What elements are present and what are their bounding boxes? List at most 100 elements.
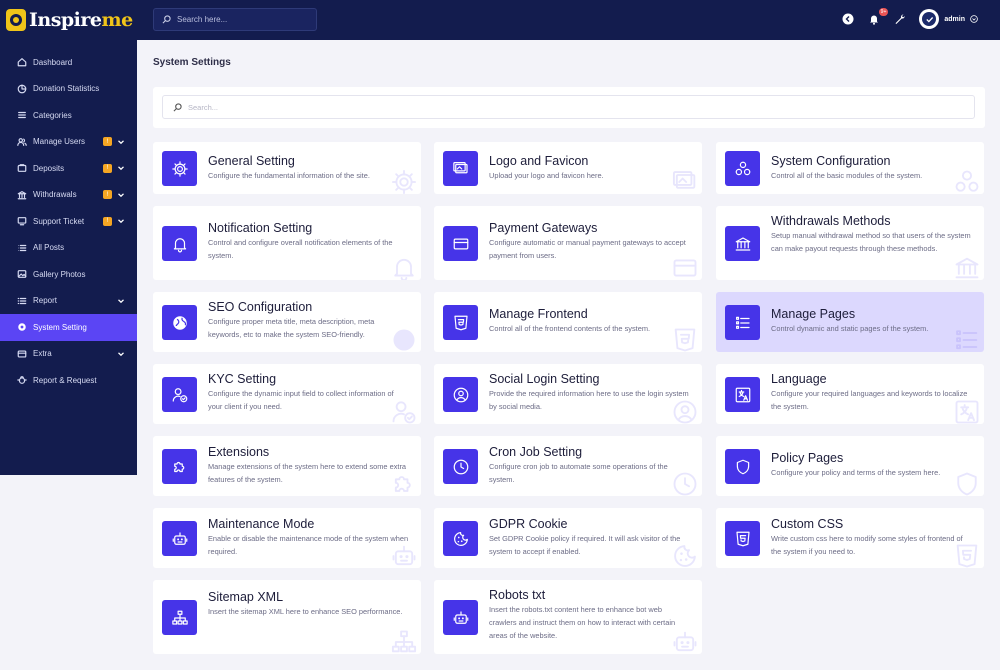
top-search-input[interactable]: [177, 15, 307, 24]
chart-pie-icon: [17, 84, 27, 94]
setting-card-system-configuration[interactable]: System Configuration Control all of the b…: [716, 142, 984, 194]
chevron-down-icon[interactable]: [117, 297, 125, 305]
sidebar-item-support-ticket[interactable]: Support Ticket!: [0, 208, 137, 235]
settings-search[interactable]: [162, 95, 975, 119]
sidebar-item-dashboard[interactable]: Dashboard: [0, 49, 137, 76]
logo-text-primary: Inspire: [29, 9, 102, 31]
sidebar-item-label: Categories: [33, 110, 72, 120]
user-check-icon: [162, 377, 197, 412]
card-body: Maintenance Mode Enable or disable the ma…: [208, 517, 409, 558]
sidebar-item-label: Donation Statistics: [33, 84, 100, 94]
setting-card-withdrawals-methods[interactable]: Withdrawals Methods Setup manual withdraw…: [716, 206, 984, 280]
sidebar-item-label: All Posts: [33, 243, 65, 253]
images-icon: [443, 151, 478, 186]
card-title: Logo and Favicon: [489, 154, 589, 168]
setting-card-manage-frontend[interactable]: Manage Frontend Control all of the fronte…: [434, 292, 702, 352]
setting-card-notification-setting[interactable]: Notification Setting Control and configur…: [153, 206, 421, 280]
sidebar-item-report-request[interactable]: Report & Request: [0, 367, 137, 394]
setting-card-logo-and-favicon[interactable]: Logo and Favicon Upload your logo and fav…: [434, 142, 702, 194]
html5-watermark-icon: [671, 326, 699, 352]
topbar: 9+ admin: [137, 0, 1000, 40]
wrench-icon[interactable]: [893, 12, 907, 26]
setting-card-extensions[interactable]: Extensions Manage extensions of the syste…: [153, 436, 421, 496]
sidebar-item-categories[interactable]: Categories: [0, 102, 137, 129]
chevron-down-icon[interactable]: [117, 138, 125, 146]
card-body: Manage Pages Control dynamic and static p…: [771, 307, 972, 335]
sidebar-item-withdrawals[interactable]: Withdrawals!: [0, 182, 137, 209]
bell-watermark-icon: [390, 254, 418, 280]
setting-card-policy-pages[interactable]: Policy Pages Configure your policy and te…: [716, 436, 984, 496]
sidebar-item-deposits[interactable]: Deposits!: [0, 155, 137, 182]
card-title: GDPR Cookie: [489, 517, 568, 531]
chevron-down-icon[interactable]: [117, 164, 125, 172]
back-icon[interactable]: [841, 12, 855, 26]
card-description: Configure your policy and terms of the s…: [771, 468, 941, 477]
setting-card-manage-pages[interactable]: Manage Pages Control dynamic and static p…: [716, 292, 984, 352]
setting-card-maintenance-mode[interactable]: Maintenance Mode Enable or disable the ma…: [153, 508, 421, 568]
card-body: Withdrawals Methods Setup manual withdraw…: [771, 214, 972, 255]
setting-card-kyc-setting[interactable]: KYC Setting Configure the dynamic input f…: [153, 364, 421, 424]
setting-card-language[interactable]: Language Configure your required language…: [716, 364, 984, 424]
search-icon: [162, 15, 171, 24]
setting-card-social-login-setting[interactable]: Social Login Setting Provide the required…: [434, 364, 702, 424]
card-description: Set GDPR Cookie policy if required. It w…: [489, 534, 681, 556]
gear-watermark-icon: [390, 168, 418, 194]
logo[interactable]: Inspireme: [0, 0, 137, 40]
robot-icon: [162, 521, 197, 556]
sidebar-item-donation-statistics[interactable]: Donation Statistics: [0, 76, 137, 103]
card-title: Social Login Setting: [489, 372, 600, 386]
credit-card-icon: [443, 226, 478, 261]
admin-name[interactable]: admin: [944, 16, 965, 23]
admin-chevron-down-icon[interactable]: [970, 15, 978, 23]
setting-card-robots-txt[interactable]: Robots txt Insert the robots.txt content …: [434, 580, 702, 654]
setting-card-general-setting[interactable]: General Setting Configure the fundamental…: [153, 142, 421, 194]
sidebar-item-system-setting[interactable]: System Setting: [0, 314, 137, 341]
settings-search-input[interactable]: [188, 102, 948, 112]
chevron-down-icon[interactable]: [117, 217, 125, 225]
card-description: Provide the required information here to…: [489, 389, 689, 411]
alert-badge: !: [103, 216, 112, 226]
notification-bell-icon[interactable]: 9+: [867, 8, 889, 26]
chevron-down-icon[interactable]: [117, 191, 125, 199]
card-body: Extensions Manage extensions of the syste…: [208, 445, 409, 486]
logo-text-accent: me: [101, 9, 134, 31]
chevron-down-icon[interactable]: [117, 350, 125, 358]
card-body: SEO Configuration Configure proper meta t…: [208, 300, 409, 341]
setting-card-custom-css[interactable]: Custom CSS Write custom css here to modif…: [716, 508, 984, 568]
setting-card-payment-gateways[interactable]: Payment Gateways Configure automatic or m…: [434, 206, 702, 280]
language-icon: [725, 377, 760, 412]
posts-icon: [17, 243, 27, 253]
css3-icon: [725, 521, 760, 556]
cubes-watermark-icon: [953, 168, 981, 194]
card-body: System Configuration Control all of the b…: [771, 154, 972, 182]
card-description: Insert the sitemap XML here to enhance S…: [208, 607, 403, 616]
setting-card-gdpr-cookie[interactable]: GDPR Cookie Set GDPR Cookie policy if req…: [434, 508, 702, 568]
gear-icon: [162, 151, 197, 186]
cookie-icon: [443, 521, 478, 556]
sidebar-item-report[interactable]: Report: [0, 288, 137, 315]
cubes-icon: [725, 151, 760, 186]
card-title: Extensions: [208, 445, 270, 459]
setting-card-sitemap-xml[interactable]: Sitemap XML Insert the sitemap XML here t…: [153, 580, 421, 654]
sitemap-watermark-icon: [390, 628, 418, 654]
html5-icon: [443, 305, 478, 340]
language-watermark-icon: [953, 398, 981, 424]
avatar[interactable]: [919, 9, 940, 29]
card-description: Setup manual withdrawal method so that u…: [771, 231, 971, 253]
card-title: Sitemap XML: [208, 590, 284, 604]
alert-badge: !: [103, 137, 112, 147]
user-check-watermark-icon: [390, 398, 418, 424]
card-body: Logo and Favicon Upload your logo and fav…: [489, 154, 690, 182]
setting-card-cron-job-setting[interactable]: Cron Job Setting Configure cron job to au…: [434, 436, 702, 496]
setting-card-seo-configuration[interactable]: SEO Configuration Configure proper meta t…: [153, 292, 421, 352]
card-body: KYC Setting Configure the dynamic input f…: [208, 372, 409, 413]
css3-watermark-icon: [953, 542, 981, 568]
bell-icon: [162, 226, 197, 261]
top-search[interactable]: [153, 8, 317, 31]
sidebar-item-all-posts[interactable]: All Posts: [0, 235, 137, 262]
sidebar-item-label: Gallery Photos: [33, 269, 86, 279]
sidebar-item-gallery-photos[interactable]: Gallery Photos: [0, 261, 137, 288]
sidebar-item-extra[interactable]: Extra: [0, 341, 137, 368]
card-body: Payment Gateways Configure automatic or m…: [489, 221, 690, 262]
sidebar-item-manage-users[interactable]: Manage Users!: [0, 129, 137, 156]
